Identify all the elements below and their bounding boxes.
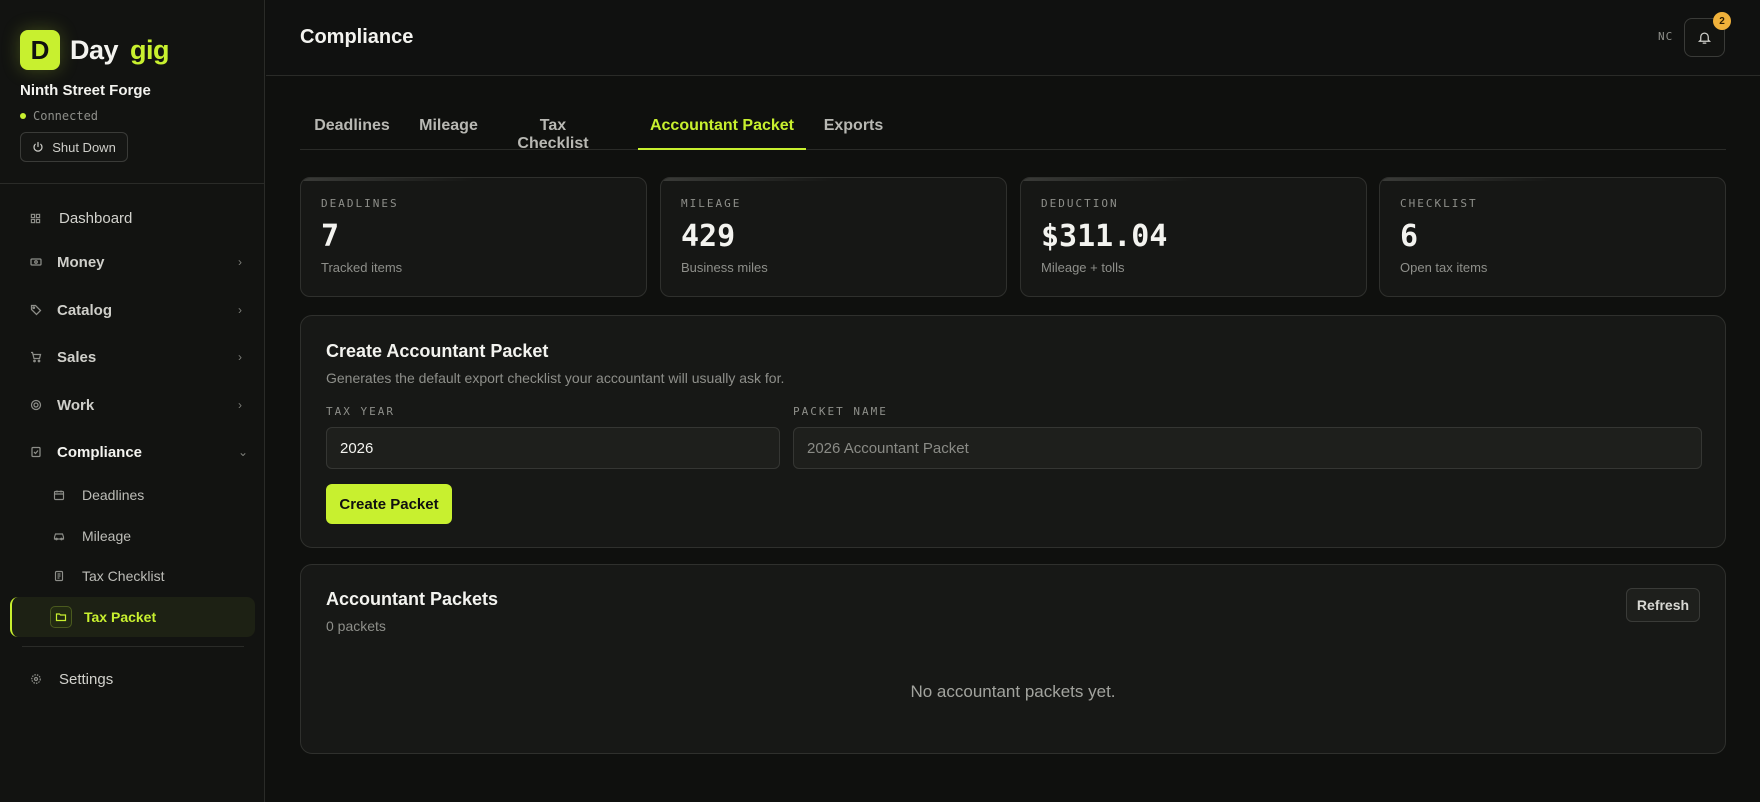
dashboard-icon — [29, 212, 42, 225]
sidebar-item-settings[interactable]: Settings — [0, 661, 265, 697]
chevron-right-icon: › — [238, 255, 242, 269]
shutdown-label: Shut Down — [52, 139, 116, 155]
stat-value: 6 — [1400, 219, 1419, 254]
stat-card-deduction: DEDUCTION $311.04 Mileage + tolls — [1020, 177, 1367, 297]
stat-card-checklist: CHECKLIST 6 Open tax items — [1379, 177, 1726, 297]
tag-icon — [29, 304, 42, 317]
folder-icon — [50, 606, 72, 628]
gear-icon — [29, 673, 42, 686]
stat-subtext: Tracked items — [321, 260, 403, 275]
sidebar-divider — [0, 183, 265, 184]
sidebar-subitem-deadlines[interactable]: Deadlines — [10, 475, 255, 515]
stat-card-deadlines: DEADLINES 7 Tracked items — [300, 177, 647, 297]
sidebar-item-catalog[interactable]: Catalog › — [0, 292, 265, 328]
power-icon — [32, 141, 44, 153]
brand-logo: D — [20, 30, 60, 70]
sidebar-subitem-label: Tax Packet — [84, 609, 157, 625]
checklist-icon — [52, 569, 66, 583]
stat-subtext: Business miles — [681, 260, 768, 275]
empty-state-message: No accountant packets yet. — [910, 682, 1116, 701]
work-icon — [29, 399, 42, 412]
calendar-icon — [52, 488, 66, 502]
packets-title: Accountant Packets — [326, 589, 499, 609]
packet-name-input[interactable] — [793, 427, 1702, 469]
chevron-right-icon: › — [238, 303, 242, 317]
tab-exports[interactable]: Exports — [820, 108, 887, 150]
cart-icon — [29, 351, 42, 364]
notification-badge: 2 — [1713, 12, 1731, 30]
compliance-tabs: Deadlines Mileage Tax Checklist Accounta… — [300, 108, 1726, 152]
car-icon — [52, 529, 66, 543]
create-packet-panel: Create Accountant Packet Generates the d… — [300, 315, 1726, 548]
sidebar-item-money[interactable]: Money › — [0, 244, 265, 280]
accountant-packets-panel: Accountant Packets 0 packets Refresh No … — [300, 564, 1726, 754]
sidebar-item-dashboard[interactable]: Dashboard — [0, 200, 265, 236]
bell-icon — [1697, 30, 1712, 45]
sidebar-item-compliance[interactable]: Compliance ⌄ — [0, 434, 265, 470]
brand-name-part2: gig — [130, 34, 170, 65]
sidebar-subitem-mileage[interactable]: Mileage — [10, 516, 255, 556]
sidebar-subitem-label: Mileage — [82, 528, 132, 544]
tab-accountant-packet[interactable]: Accountant Packet — [638, 108, 806, 150]
sidebar-item-sales[interactable]: Sales › — [0, 339, 265, 375]
tab-mileage[interactable]: Mileage — [414, 108, 483, 150]
tax-year-input[interactable] — [326, 427, 780, 469]
business-name: Ninth Street Forge — [20, 82, 151, 99]
chevron-right-icon: › — [238, 398, 242, 412]
stat-label: DEADLINES — [321, 197, 399, 210]
sidebar-subitem-label: Deadlines — [82, 487, 145, 503]
clipboard-icon — [29, 446, 42, 459]
status-dot-icon — [20, 113, 26, 119]
top-bar: Compliance NC 2 — [266, 0, 1760, 76]
sidebar-item-label: Compliance — [57, 443, 143, 461]
create-packet-description: Generates the default export checklist y… — [326, 370, 785, 386]
shutdown-button[interactable]: Shut Down — [20, 132, 128, 162]
stat-subtext: Open tax items — [1400, 260, 1488, 275]
create-packet-button[interactable]: Create Packet — [326, 484, 452, 524]
user-initials[interactable]: NC — [1658, 30, 1673, 43]
sidebar-item-label: Dashboard — [59, 209, 133, 227]
refresh-button[interactable]: Refresh — [1626, 588, 1700, 622]
sidebar-item-work[interactable]: Work › — [0, 387, 265, 423]
sidebar: D Day gig Ninth Street Forge Connected S… — [0, 0, 265, 802]
tab-tax-checklist[interactable]: Tax Checklist — [504, 108, 602, 152]
sidebar-subitem-label: Tax Checklist — [82, 568, 165, 584]
stat-value: $311.04 — [1041, 219, 1168, 254]
chevron-down-icon: ⌄ — [238, 445, 249, 459]
money-icon — [29, 256, 42, 269]
brand[interactable]: D Day gig — [20, 30, 170, 70]
create-packet-title: Create Accountant Packet — [326, 341, 549, 361]
sidebar-item-label: Work — [57, 396, 95, 414]
page-title: Compliance — [300, 26, 414, 48]
sidebar-item-label: Catalog — [57, 301, 113, 319]
sidebar-item-label: Money — [57, 253, 105, 271]
stat-subtext: Mileage + tolls — [1041, 260, 1125, 275]
sidebar-divider — [22, 646, 244, 647]
stat-value: 429 — [681, 219, 736, 254]
connection-status-label: Connected — [33, 109, 99, 123]
sidebar-subitem-tax-packet[interactable]: Tax Packet — [10, 597, 255, 637]
tax-year-label: TAX YEAR — [326, 405, 395, 418]
chevron-right-icon: › — [238, 350, 242, 364]
sidebar-item-label: Settings — [59, 670, 114, 688]
stat-label: MILEAGE — [681, 197, 742, 210]
stat-card-mileage: MILEAGE 429 Business miles — [660, 177, 1007, 297]
sidebar-subitem-tax-checklist[interactable]: Tax Checklist — [10, 556, 255, 596]
stat-label: DEDUCTION — [1041, 197, 1119, 210]
stat-label: CHECKLIST — [1400, 197, 1478, 210]
brand-name-part1: Day — [70, 34, 119, 65]
stat-value: 7 — [321, 219, 340, 254]
connection-status: Connected — [20, 109, 98, 123]
sidebar-item-label: Sales — [57, 348, 97, 366]
packets-count: 0 packets — [326, 618, 386, 634]
packet-name-label: PACKET NAME — [793, 405, 888, 418]
tab-deadlines[interactable]: Deadlines — [300, 108, 404, 150]
